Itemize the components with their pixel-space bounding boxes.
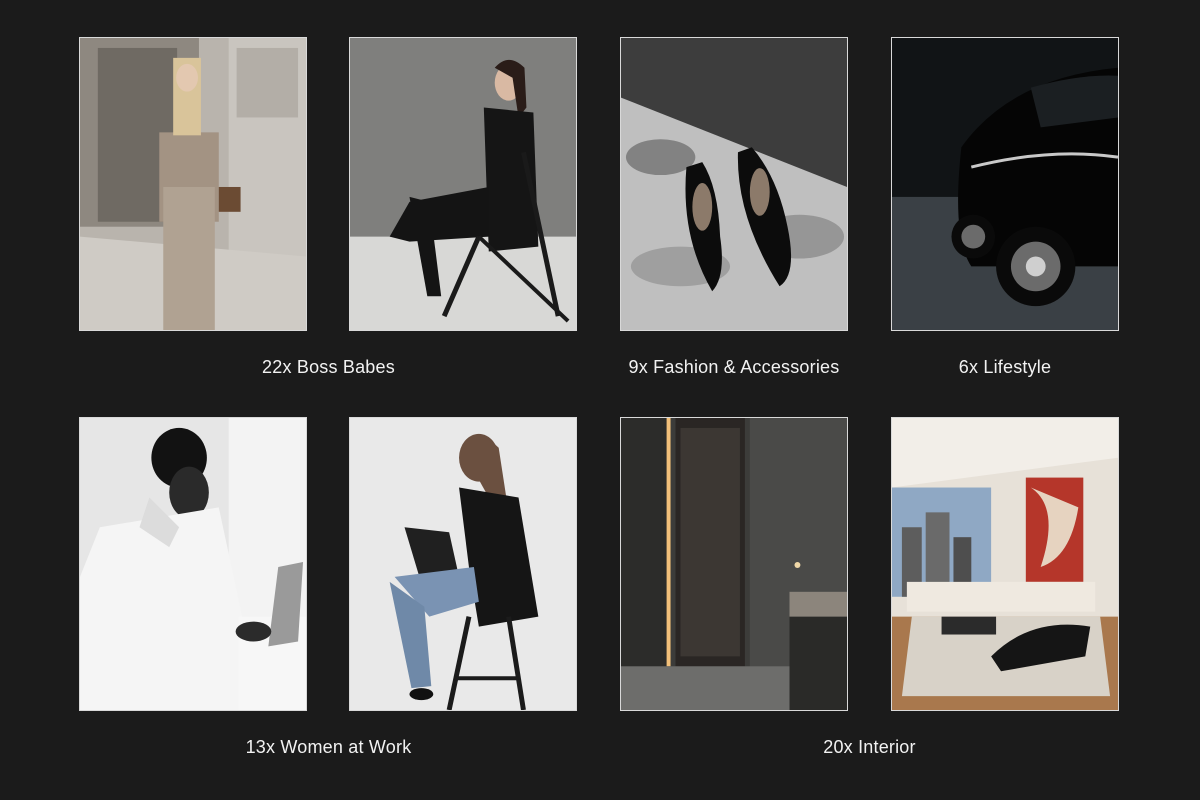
photo-woman-laptop-stool	[349, 417, 577, 711]
photo-living-room-city-view	[891, 417, 1119, 711]
caption-interior: 20x Interior	[823, 737, 916, 757]
photo-black-heels-shadows	[620, 37, 848, 331]
caption-women-at-work: 13x Women at Work	[245, 737, 412, 757]
photo-woman-sitting-chair	[349, 37, 577, 331]
photo-dark-bedroom-screen	[620, 417, 848, 711]
caption-fashion-accessories: 9x Fashion & Accessories	[628, 357, 840, 377]
photo-woman-beige-suit	[79, 37, 307, 331]
photo-black-classic-car	[891, 37, 1119, 331]
caption-boss-babes: 22x Boss Babes	[262, 357, 395, 377]
photo-woman-white-suit-laptop	[79, 417, 307, 711]
caption-lifestyle: 6x Lifestyle	[958, 357, 1052, 377]
